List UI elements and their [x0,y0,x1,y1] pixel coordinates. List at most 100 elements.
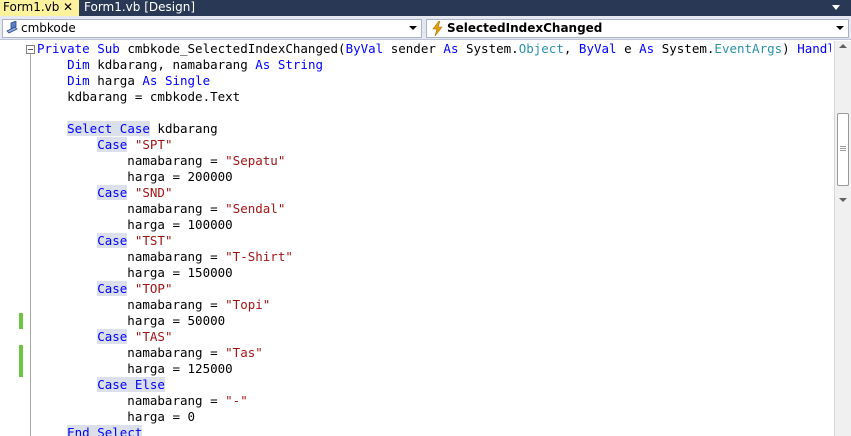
code-token: harga = 0 [37,409,196,424]
code-token: cmbkode_SelectedIndexChanged( [127,41,346,56]
code-token: Private Sub [37,41,128,56]
code-line[interactable]: harga = 0 [37,409,195,425]
code-token: ByVal [578,41,617,56]
code-line[interactable]: harga = 150000 [37,265,233,281]
code-line[interactable]: namabarang = "Sepatu" [37,153,285,169]
close-icon[interactable]: ✕ [63,0,73,15]
code-token: "TAS" [134,329,173,344]
code-token: "Sendal" [225,201,286,216]
code-token: namabarang = [37,201,226,216]
code-line[interactable]: harga = 50000 [37,313,225,329]
scroll-down-icon[interactable] [839,198,847,202]
code-token: , [563,41,579,56]
code-line[interactable]: End Select [37,425,143,436]
code-line[interactable]: namabarang = "Sendal" [37,201,285,217]
chevron-down-icon[interactable] [409,26,417,30]
code-line[interactable]: kdbarang = cmbkode.Text [37,89,240,105]
code-token: "SPT" [134,137,173,152]
code-line[interactable]: Select Case kdbarang [37,121,218,137]
code-token: "Topi" [225,297,271,312]
code-token: "-" [225,393,248,408]
code-token: "TST" [134,233,173,248]
chevron-down-icon[interactable] [836,26,844,30]
object-combobox[interactable]: cmbkode [2,19,422,38]
code-token: As [255,57,271,72]
code-token: e [616,41,640,56]
code-token: Select Case [67,121,150,136]
code-token: namabarang = [37,153,226,168]
code-token: "T-Shirt" [225,249,293,264]
code-token: namabarang = [37,249,226,264]
code-token: Case [97,281,128,296]
code-token: "Sepatu" [225,153,286,168]
vertical-scrollbar[interactable] [834,41,851,436]
code-line[interactable]: Case "SND" [37,185,173,201]
scroll-up-icon[interactable] [839,44,847,48]
code-token: Case Else [97,377,165,392]
grip-line [840,148,846,149]
code-token: sender [383,41,444,56]
code-token: kdbarang = cmbkode.Text [37,89,241,104]
code-line[interactable]: namabarang = "T-Shirt" [37,249,293,265]
code-token: "Tas" [225,345,263,360]
scrollbar-thumb[interactable] [837,113,849,186]
code-token: namabarang = [37,393,226,408]
code-line[interactable]: namabarang = "-" [37,393,248,409]
code-line[interactable]: harga = 100000 [37,217,233,233]
code-line[interactable]: Case "TST" [37,233,173,249]
code-token: "SND" [134,185,173,200]
code-token: Object [518,41,564,56]
change-tracking-bar [19,313,23,329]
code-token: As [639,41,655,56]
tab-form1-design[interactable]: Form1.vb [Design] [80,0,195,16]
grip-line [840,146,846,147]
change-tracking-bar [19,345,23,377]
code-token: harga = 150000 [37,265,233,280]
code-token: harga = 125000 [37,361,233,376]
code-token: Handles [797,41,831,56]
grip-line [840,150,846,151]
code-token: harga = 100000 [37,217,233,232]
event-combobox[interactable]: SelectedIndexChanged [426,19,849,38]
code-line[interactable]: Case Else [37,377,165,393]
code-line[interactable]: harga = 125000 [37,361,233,377]
code-line[interactable]: Dim harga As Single [37,73,210,89]
event-lightning-icon [432,21,443,36]
code-token: Case [97,137,128,152]
tab-label: Form1.vb [3,0,60,14]
code-token: namabarang = [37,297,226,312]
code-line[interactable]: Case "SPT" [37,137,173,153]
object-combobox-value: cmbkode [21,21,76,35]
code-line[interactable]: Dim kdbarang, namabarang As String [37,57,323,73]
code-token: ) [782,41,798,56]
tab-form1-vb[interactable]: Form1.vb ✕ [0,0,79,16]
code-token: harga = 200000 [37,169,233,184]
code-line[interactable]: harga = 200000 [37,169,233,185]
code-line[interactable]: namabarang = "Topi" [37,297,270,313]
code-token: Case [97,233,128,248]
code-line[interactable]: Case "TOP" [37,281,173,297]
navigation-bar: cmbkode SelectedIndexChanged [0,16,851,40]
code-editor[interactable]: Private Sub cmbkode_SelectedIndexChanged… [0,41,851,436]
code-line[interactable]: Private Sub cmbkode_SelectedIndexChanged… [37,41,831,57]
code-token: harga [89,73,143,88]
tab-dropdown-icon[interactable] [832,5,840,10]
code-text-area[interactable]: Private Sub cmbkode_SelectedIndexChanged… [37,41,831,436]
code-line[interactable]: Case "TAS" [37,329,173,345]
code-line[interactable]: namabarang = "Tas" [37,345,263,361]
code-token: ByVal [345,41,384,56]
collapse-icon[interactable] [26,45,35,54]
outlining-line [30,54,31,436]
